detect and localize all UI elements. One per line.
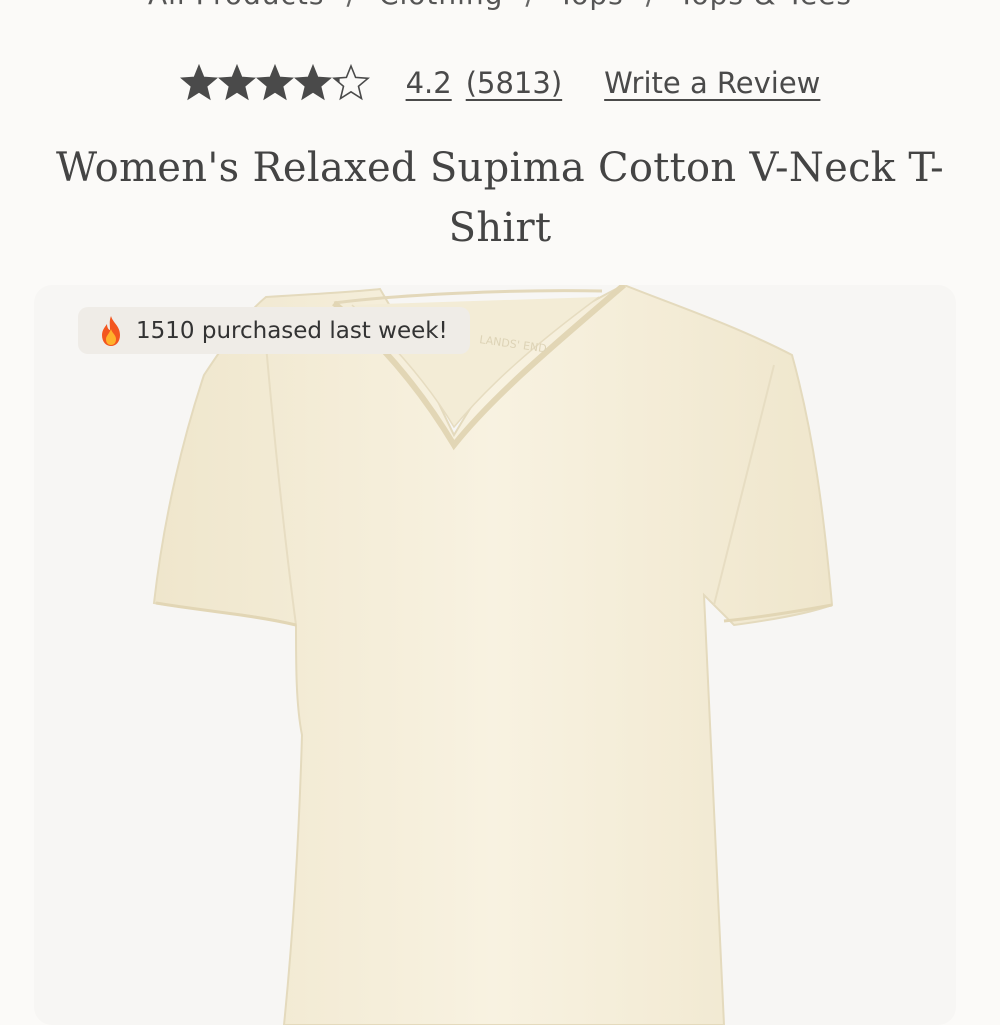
product-image[interactable]: LANDS' END <box>34 285 956 1025</box>
breadcrumb-item-clothing[interactable]: Clothing <box>379 0 503 11</box>
rating-value[interactable]: 4.2 <box>406 66 452 100</box>
breadcrumb: All Products / Clothing / Tops / Tops & Tees <box>0 0 1000 11</box>
rating-row: 4.2 (5813) Write a Review <box>0 58 1000 108</box>
purchase-badge: 1510 purchased last week! <box>78 307 470 354</box>
breadcrumb-item-tops[interactable]: Tops <box>558 0 624 11</box>
star-icon <box>293 64 332 101</box>
star-rating[interactable] <box>179 64 370 102</box>
badge-text: 1510 purchased last week! <box>136 317 448 344</box>
breadcrumb-separator: / <box>646 0 656 11</box>
breadcrumb-item-all-products[interactable]: All Products <box>148 0 325 11</box>
rating-count[interactable]: (5813) <box>466 66 562 100</box>
fire-icon <box>98 315 124 347</box>
star-icon <box>217 64 256 101</box>
breadcrumb-separator: / <box>525 0 535 11</box>
breadcrumb-item-tops-tees[interactable]: Tops & Tees <box>678 0 852 11</box>
product-title: Women's Relaxed Supima Cotton V-Neck T-S… <box>55 145 944 251</box>
star-icon <box>255 64 294 101</box>
tshirt-image: LANDS' END <box>152 285 834 1025</box>
star-icon <box>331 64 370 101</box>
breadcrumb-separator: / <box>347 0 357 11</box>
write-review-link[interactable]: Write a Review <box>604 66 820 100</box>
star-icon <box>179 64 218 101</box>
